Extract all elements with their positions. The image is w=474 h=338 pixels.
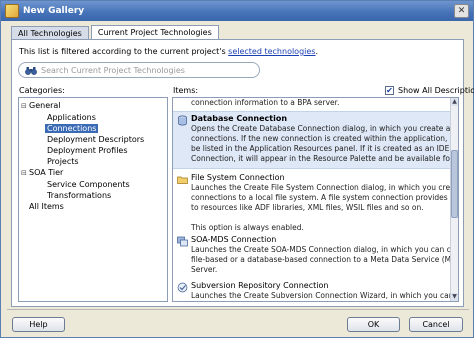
tab-current-project-technologies[interactable]: Current Project Technologies [90, 25, 219, 40]
search-placeholder: Search Current Project Technologies [41, 66, 185, 75]
filter-note-text: This list is filtered according to the c… [19, 47, 229, 56]
ok-button[interactable]: OK [347, 317, 400, 332]
item-title: Subversion Repository Connection [191, 281, 329, 290]
tree-node-deployment-profiles[interactable]: Deployment Profiles [47, 145, 128, 156]
show-all-descriptions-checkbox[interactable]: ✔ [385, 86, 394, 95]
items-label: Items: [173, 86, 199, 95]
list-item-subversion-repository-connection[interactable]: Subversion Repository Connection Launche… [173, 279, 458, 301]
tree-node-general[interactable]: ⊟ General [21, 100, 61, 111]
categories-tree: ⊟ General Applications Connections Deploy… [18, 97, 168, 302]
tree-node-connections[interactable]: Connections [45, 123, 99, 134]
items-scrollbar[interactable]: ▲ ▼ [450, 98, 458, 301]
binoculars-icon [25, 67, 37, 75]
dialog-title: New Gallery [23, 6, 85, 16]
tree-node-service-components[interactable]: Service Components [47, 179, 130, 190]
tree-node-applications[interactable]: Applications [47, 112, 96, 123]
scroll-down-arrow-icon[interactable]: ▼ [451, 293, 458, 301]
scrollbar-thumb[interactable] [451, 150, 458, 218]
tree-node-soa-tier[interactable]: ⊟ SOA Tier [21, 167, 63, 178]
selected-technologies-link[interactable]: selected technologies [228, 47, 315, 56]
tab-all-technologies[interactable]: All Technologies [11, 26, 89, 40]
scroll-up-arrow-icon[interactable]: ▲ [451, 98, 458, 106]
item-title: Database Connection [191, 114, 288, 123]
new-gallery-dialog: New Gallery ✕ All Technologies Current P… [0, 0, 474, 338]
soa-mds-icon [177, 236, 188, 247]
folder-icon [177, 176, 188, 184]
tree-node-deployment-descriptors[interactable]: Deployment Descriptors [47, 134, 144, 145]
title-bar: New Gallery ✕ [1, 1, 473, 21]
items-list: connection information to a BPA server. … [172, 97, 459, 302]
collapse-icon[interactable]: ⊟ [21, 168, 29, 179]
tab-strip: All Technologies Current Project Technol… [11, 25, 221, 40]
search-field[interactable]: Search Current Project Technologies [18, 62, 260, 78]
gallery-icon [5, 4, 19, 18]
list-item-truncated[interactable]: connection information to a BPA server. [173, 98, 451, 108]
tree-node-all-items[interactable]: All Items [29, 201, 64, 212]
item-title: SOA-MDS Connection [191, 235, 277, 244]
item-title: File System Connection [191, 173, 285, 182]
subversion-icon [177, 282, 188, 293]
list-item-file-system-connection[interactable]: File System Connection Launches the Crea… [173, 171, 458, 232]
show-all-descriptions-label[interactable]: Show All Descriptions [398, 86, 474, 95]
database-icon [178, 115, 187, 126]
tab-panel: This list is filtered according to the c… [11, 39, 474, 307]
tree-node-transformations[interactable]: Transformations [47, 190, 111, 201]
filter-note-suffix: . [315, 47, 319, 56]
footer-divider [7, 309, 469, 310]
help-button[interactable]: Help [12, 317, 65, 332]
collapse-icon[interactable]: ⊟ [21, 101, 29, 112]
close-button[interactable]: ✕ [454, 4, 469, 18]
list-item-soa-mds-connection[interactable]: SOA-MDS Connection Launches the Create S… [173, 233, 458, 275]
list-item-database-connection[interactable]: Database Connection Opens the Create Dat… [173, 111, 458, 169]
categories-label: Categories: [19, 86, 65, 95]
filter-note: This list is filtered according to the c… [19, 47, 318, 56]
cancel-button[interactable]: Cancel [409, 317, 463, 332]
tree-node-projects[interactable]: Projects [47, 156, 79, 167]
